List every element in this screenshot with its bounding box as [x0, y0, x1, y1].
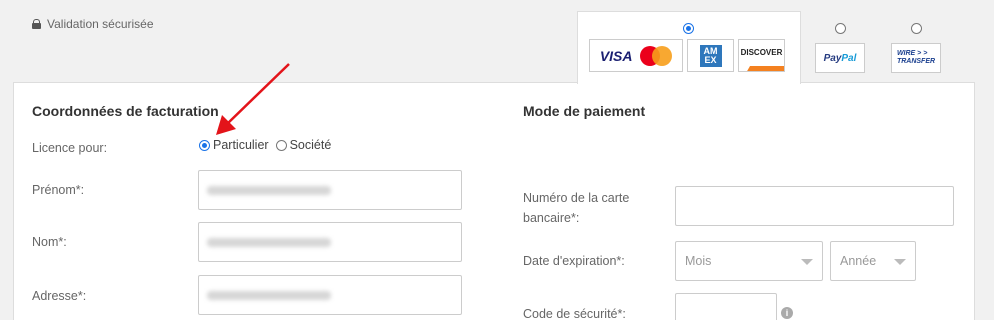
paypal-radio[interactable] — [834, 23, 846, 34]
expiry-label: Date d'expiration*: — [523, 254, 625, 268]
license-company-label[interactable]: Société — [290, 138, 332, 152]
secure-checkout-note: Validation sécurisée — [32, 17, 154, 31]
card-number-label: Numéro de la carte bancaire*: — [523, 191, 630, 225]
expiry-month-select[interactable]: Mois — [675, 241, 823, 281]
firstname-input[interactable] — [198, 170, 462, 210]
lastname-label: Nom*: — [32, 235, 67, 249]
lock-icon — [32, 19, 41, 29]
address-label: Adresse*: — [32, 289, 87, 303]
redacted-value — [207, 238, 331, 247]
visa-logo: VISA — [599, 47, 633, 64]
wire-transfer-logo: WIRE > > TRANSFER — [891, 43, 941, 73]
discover-label: DISCOVER — [740, 48, 783, 57]
redacted-value — [207, 186, 331, 195]
wire-line2: TRANSFER — [896, 58, 936, 65]
payment-option-wire[interactable]: WIRE > > TRANSFER — [891, 23, 941, 73]
secure-label: Validation sécurisée — [47, 17, 154, 31]
payment-option-card[interactable]: VISA AM EX DISCOVER — [577, 11, 801, 84]
billing-title: Coordonnées de facturation — [32, 103, 219, 119]
license-individual-radio[interactable] — [199, 139, 210, 151]
expiry-month-value: Mois — [685, 254, 712, 268]
wire-line1: WIRE > > — [896, 50, 928, 57]
payment-title: Mode de paiement — [523, 103, 646, 119]
card-number-input[interactable] — [675, 186, 954, 226]
amex-logo-frame: AM EX — [687, 39, 734, 72]
address-input[interactable] — [198, 275, 462, 315]
expiry-year-value: Année — [840, 254, 877, 268]
security-code-label: Code de sécurité*: — [523, 307, 626, 320]
redacted-value — [207, 291, 331, 300]
mastercard-logo — [640, 45, 673, 66]
license-company-radio[interactable] — [275, 139, 287, 151]
chevron-down-icon — [801, 259, 813, 265]
paypal-label-a: Pay — [823, 52, 842, 64]
security-code-input[interactable] — [675, 293, 777, 320]
chevron-down-icon — [894, 259, 906, 265]
visa-mastercard-logo: VISA — [589, 39, 683, 72]
wire-radio[interactable] — [910, 23, 922, 34]
license-radio-group: Particulier Société — [199, 138, 331, 152]
paypal-logo: PayPal — [815, 43, 865, 73]
card-logos: VISA AM EX DISCOVER — [589, 39, 785, 72]
amex-logo: AM EX — [699, 44, 722, 67]
discover-logo: DISCOVER — [738, 39, 785, 72]
lastname-input[interactable] — [198, 222, 462, 262]
payment-option-paypal[interactable]: PayPal — [815, 23, 865, 73]
firstname-label: Prénom*: — [32, 183, 85, 197]
info-icon[interactable]: i — [781, 307, 793, 319]
expiry-year-select[interactable]: Année — [830, 241, 916, 281]
card-radio[interactable] — [683, 23, 694, 34]
paypal-label-b: Pal — [841, 52, 857, 64]
license-individual-label[interactable]: Particulier — [213, 138, 269, 152]
license-label: Licence pour: — [32, 141, 108, 155]
